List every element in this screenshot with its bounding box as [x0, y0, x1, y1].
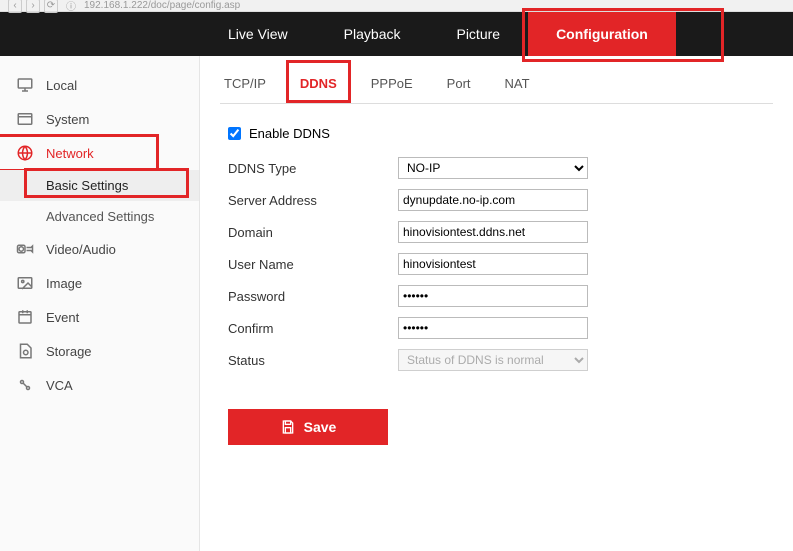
back-icon[interactable]: ‹	[8, 0, 22, 13]
sidebar-item-storage[interactable]: Storage	[0, 334, 199, 368]
password-input[interactable]	[398, 285, 588, 307]
sidebar-item-label: Event	[46, 310, 79, 325]
sidebar-item-label: Network	[46, 146, 94, 161]
server-address-label: Server Address	[228, 193, 398, 208]
sidebar-item-video-audio[interactable]: Video/Audio	[0, 232, 199, 266]
sidebar-item-label: Image	[46, 276, 82, 291]
sidebar-item-network[interactable]: Network	[0, 136, 199, 170]
camera-icon	[16, 240, 34, 258]
topnav-live-view[interactable]: Live View	[200, 12, 316, 56]
tab-port[interactable]: Port	[443, 70, 475, 103]
username-label: User Name	[228, 257, 398, 272]
sidebar-item-label: Storage	[46, 344, 92, 359]
sidebar: Local System Network Basic Settings Adva…	[0, 56, 200, 551]
ddns-type-label: DDNS Type	[228, 161, 398, 176]
server-address-input[interactable]	[398, 189, 588, 211]
sidebar-sub-basic-settings[interactable]: Basic Settings	[0, 170, 199, 201]
sidebar-item-label: VCA	[46, 378, 73, 393]
calendar-icon	[16, 308, 34, 326]
image-icon	[16, 274, 34, 292]
save-button-label: Save	[304, 419, 337, 435]
browser-address-bar: ‹ › ⟳ ⓘ 192.168.1.222/doc/page/config.as…	[0, 0, 793, 12]
sidebar-item-local[interactable]: Local	[0, 68, 199, 102]
enable-ddns-label: Enable DDNS	[249, 126, 330, 141]
tab-nat[interactable]: NAT	[501, 70, 534, 103]
ddns-type-select[interactable]: NO-IP	[398, 157, 588, 179]
sidebar-sub-advanced-settings[interactable]: Advanced Settings	[0, 201, 199, 232]
sidebar-item-label: Video/Audio	[46, 242, 116, 257]
top-nav: Live View Playback Picture Configuration	[0, 12, 793, 56]
domain-label: Domain	[228, 225, 398, 240]
domain-input[interactable]	[398, 221, 588, 243]
save-button[interactable]: Save	[228, 409, 388, 445]
status-label: Status	[228, 353, 398, 368]
enable-ddns-checkbox[interactable]	[228, 127, 241, 140]
save-icon	[280, 419, 296, 435]
tab-ddns[interactable]: DDNS	[296, 70, 341, 103]
sidebar-item-event[interactable]: Event	[0, 300, 199, 334]
sub-tabs: TCP/IP DDNS PPPoE Port NAT	[220, 70, 773, 104]
globe-icon	[16, 144, 34, 162]
tab-tcpip[interactable]: TCP/IP	[220, 70, 270, 103]
topnav-picture[interactable]: Picture	[428, 12, 528, 56]
password-label: Password	[228, 289, 398, 304]
content-panel: TCP/IP DDNS PPPoE Port NAT Enable DDNS D…	[200, 56, 793, 551]
confirm-label: Confirm	[228, 321, 398, 336]
monitor-icon	[16, 76, 34, 94]
status-display: Status of DDNS is normal	[398, 349, 588, 371]
sidebar-item-image[interactable]: Image	[0, 266, 199, 300]
confirm-input[interactable]	[398, 317, 588, 339]
username-input[interactable]	[398, 253, 588, 275]
ddns-form: Enable DDNS DDNS Type NO-IP Server Addre…	[220, 104, 773, 445]
forward-icon[interactable]: ›	[26, 0, 40, 13]
sidebar-item-vca[interactable]: VCA	[0, 368, 199, 402]
url-text: 192.168.1.222/doc/page/config.asp	[84, 0, 785, 11]
sidebar-item-system[interactable]: System	[0, 102, 199, 136]
sidebar-item-label: System	[46, 112, 89, 127]
topnav-playback[interactable]: Playback	[316, 12, 429, 56]
sidebar-item-label: Local	[46, 78, 77, 93]
link-icon	[16, 376, 34, 394]
tab-pppoe[interactable]: PPPoE	[367, 70, 417, 103]
topnav-configuration[interactable]: Configuration	[528, 12, 676, 56]
gear-icon	[16, 110, 34, 128]
disk-icon	[16, 342, 34, 360]
reload-icon[interactable]: ⟳	[44, 0, 58, 13]
